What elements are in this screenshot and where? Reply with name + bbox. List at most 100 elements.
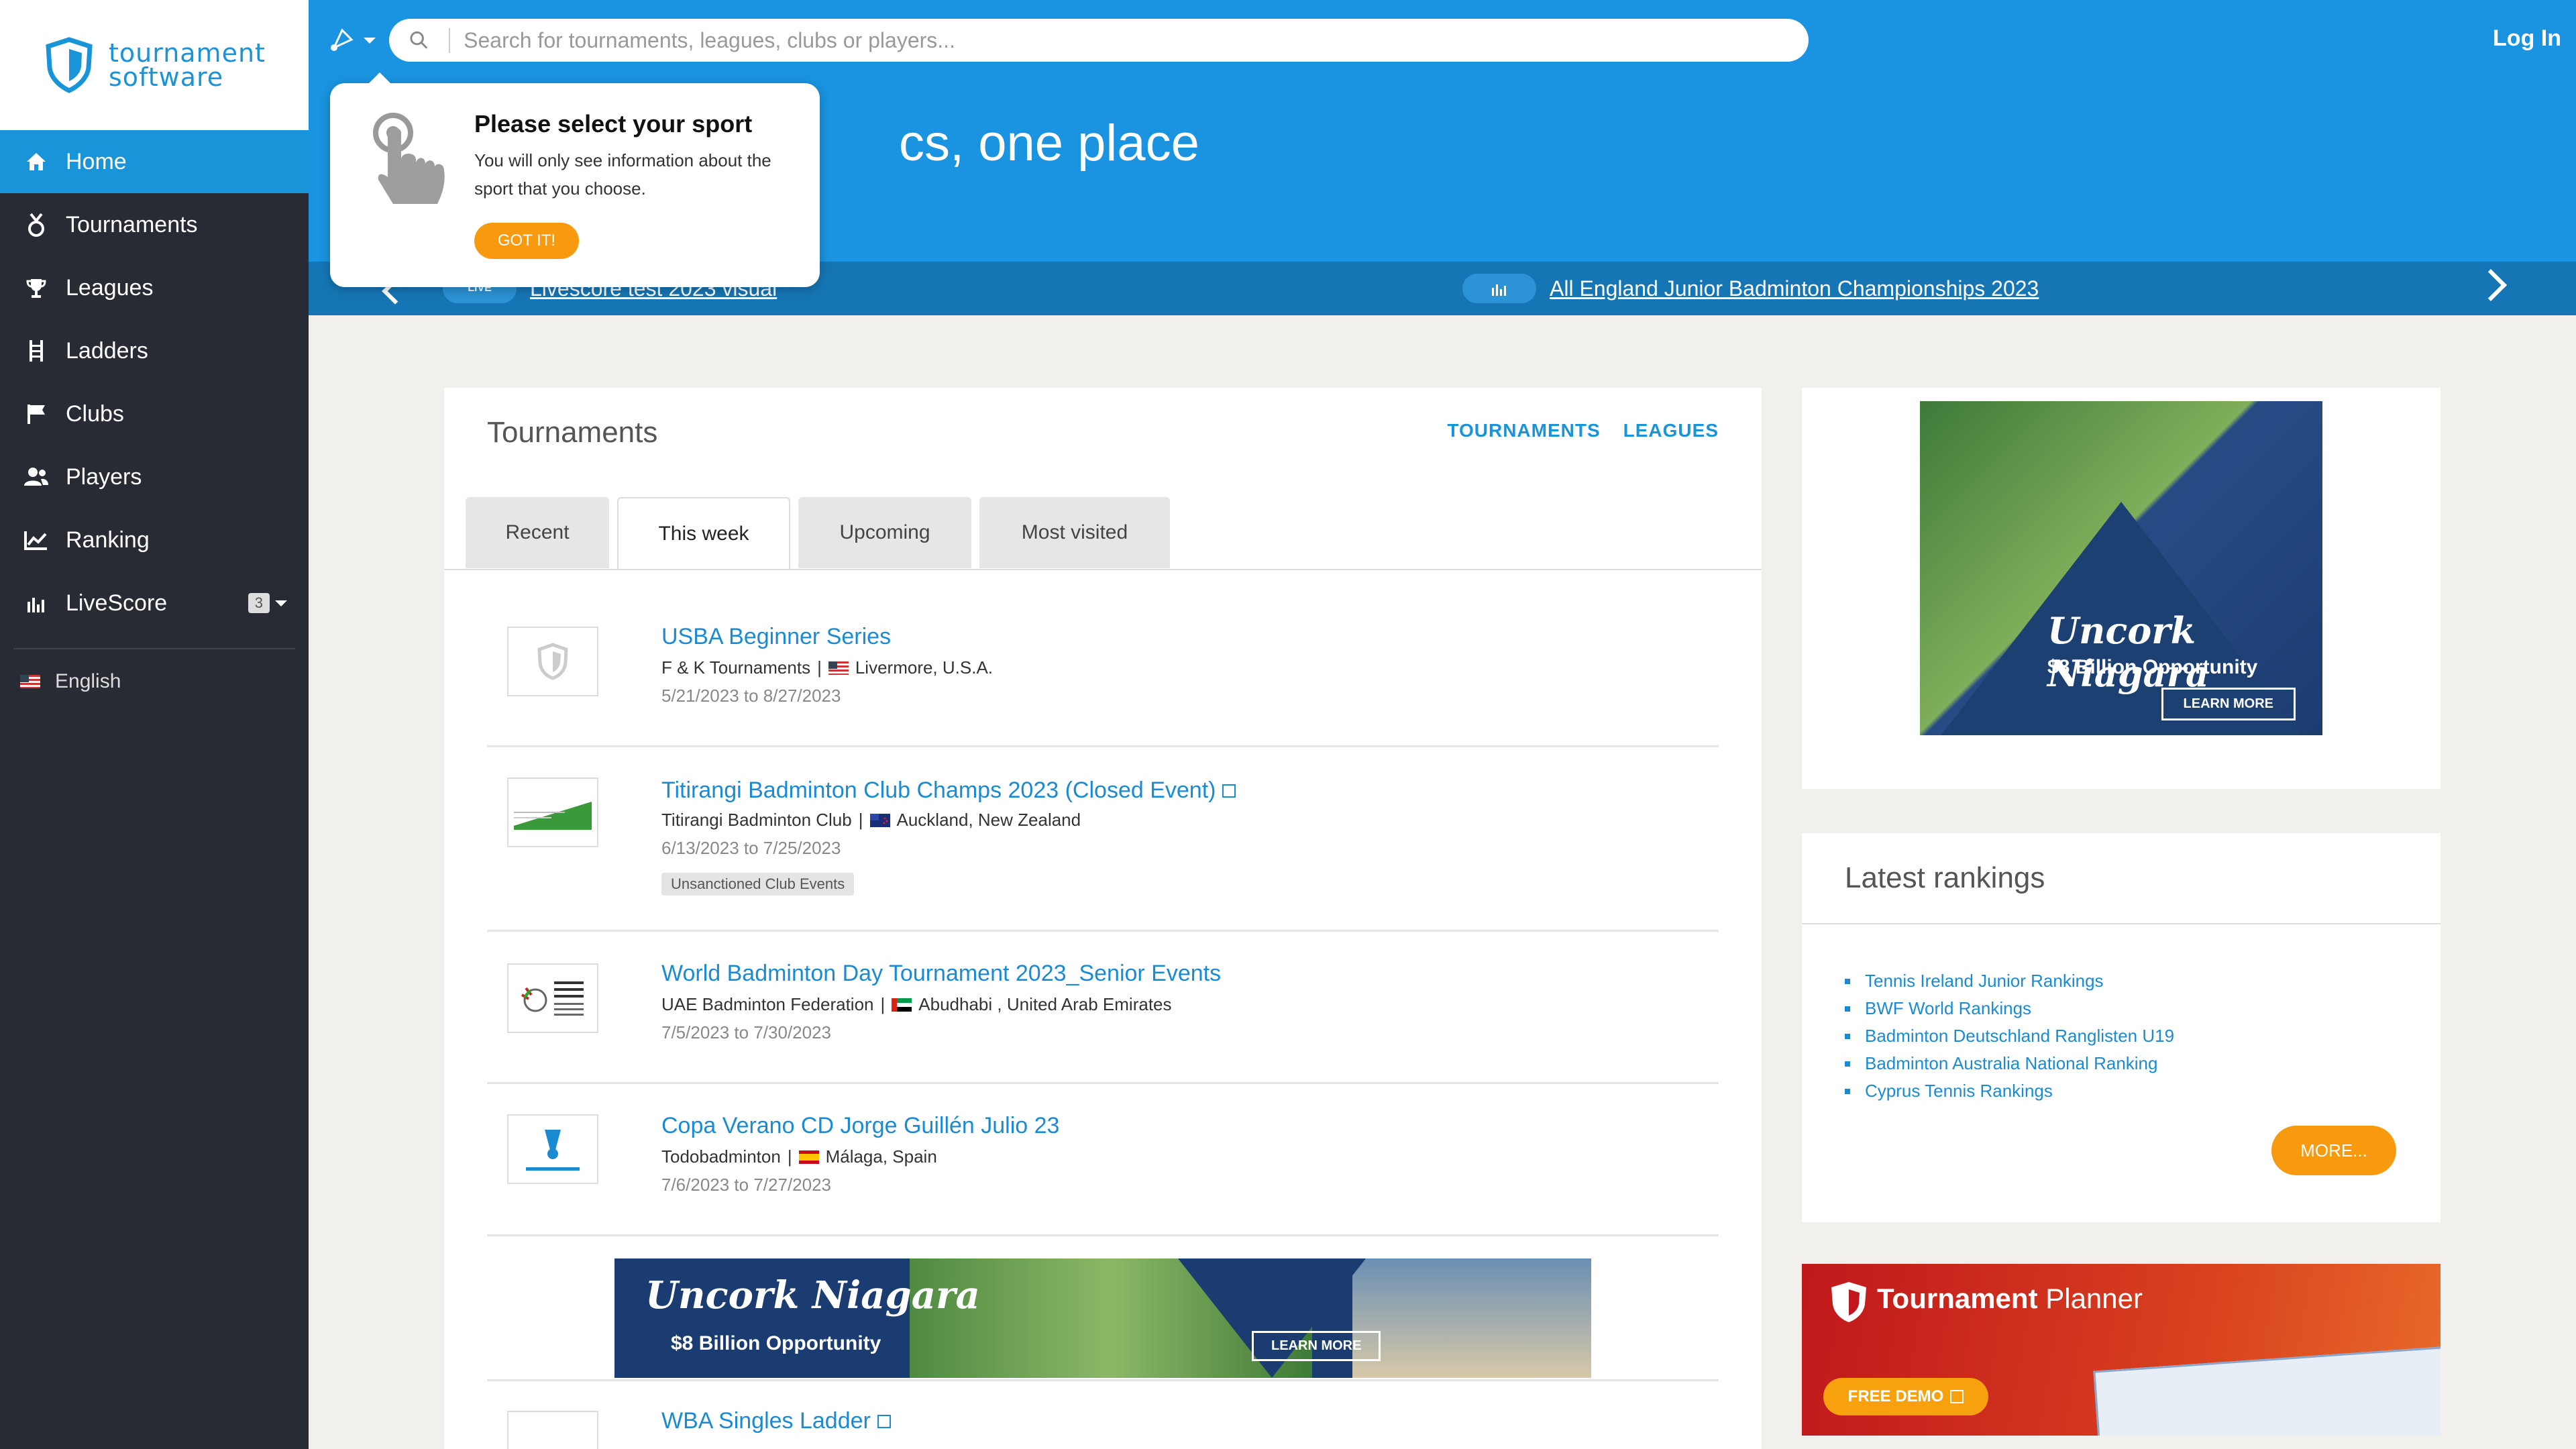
sidebar-item-clubs[interactable]: Clubs <box>0 382 309 445</box>
ad-learn-more[interactable]: LEARN MORE <box>2161 688 2296 720</box>
tab-most-visited[interactable]: Most visited <box>979 497 1170 568</box>
ad-headline: Uncork Niagara <box>2047 609 2210 695</box>
planner-shield-icon <box>1831 1282 1866 1322</box>
club-logo-icon <box>514 802 592 830</box>
sidebar-item-ranking[interactable]: Ranking <box>0 508 309 572</box>
panel-title: Tournaments <box>487 416 658 449</box>
organizer: Todobadminton <box>661 1146 781 1167</box>
tournament-row[interactable]: World Badminton Day Tournament 2023_Seni… <box>487 934 1719 1084</box>
tournament-logo[interactable] <box>507 963 598 1033</box>
tournaments-link[interactable]: TOURNAMENTS <box>1447 420 1600 441</box>
search-bar[interactable] <box>389 19 1809 62</box>
tournament-row[interactable]: Titirangi Badminton Club Champs 2023 (Cl… <box>487 749 1719 932</box>
inline-advertisement[interactable]: Uncork Niagara $8 Billion Opportunity LE… <box>614 1258 1591 1378</box>
panel-links: TOURNAMENTS LEAGUES <box>1447 420 1719 441</box>
live-icon <box>23 590 50 616</box>
tournament-planner-promo[interactable]: Tournament Planner FREE DEMO <box>1802 1264 2440 1436</box>
tournament-dates: 7/6/2023 to 7/27/2023 <box>661 1175 832 1195</box>
sidebar-item-livescore[interactable]: LiveScore 3 <box>0 572 309 635</box>
tournament-logo[interactable] <box>507 777 598 847</box>
more-rankings-button[interactable]: MORE... <box>2271 1126 2396 1175</box>
pointing-hand-icon <box>373 113 445 204</box>
ticker-next-icon[interactable] <box>2474 268 2508 302</box>
location: Abudhabi , United Arab Emirates <box>918 994 1172 1014</box>
tournament-logo[interactable] <box>507 1114 598 1184</box>
sidebar-item-leagues[interactable]: Leagues <box>0 256 309 319</box>
login-link[interactable]: Log In <box>2493 25 2561 52</box>
planner-screenshot <box>2093 1344 2440 1436</box>
separator: | <box>880 994 885 1014</box>
tournament-name[interactable]: USBA Beginner Series <box>661 624 891 650</box>
tournament-name[interactable]: World Badminton Day Tournament 2023_Seni… <box>661 961 1221 987</box>
sidebar-item-label: Leagues <box>66 274 154 301</box>
tournament-row[interactable]: WBA Singles Ladder <box>487 1379 1719 1449</box>
tab-upcoming[interactable]: Upcoming <box>798 497 971 568</box>
planner-title-bold: Tournament <box>1877 1283 2038 1314</box>
shield-logo-icon <box>46 37 93 93</box>
ranking-link[interactable]: Tennis Ireland Junior Rankings <box>1845 967 2174 995</box>
sidebar-advertisement[interactable]: Uncork Niagara $8 Billion Opportunity LE… <box>1920 401 2322 735</box>
home-icon <box>23 148 50 175</box>
tournament-org: F & K Tournaments | Livermore, U.S.A. <box>661 657 993 678</box>
hero-title: cs, one place <box>899 115 1199 172</box>
uae-flag-icon <box>892 998 912 1012</box>
location: Livermore, U.S.A. <box>855 657 994 678</box>
tournament-row[interactable]: USBA Beginner Series F & K Tournaments |… <box>487 597 1719 747</box>
tournament-logo[interactable] <box>507 627 598 696</box>
sidebar: tournament software Home Tournaments Lea… <box>0 0 309 1449</box>
got-it-button[interactable]: GOT IT! <box>474 223 579 259</box>
sport-selector-button[interactable] <box>329 24 382 56</box>
tab-divider <box>444 569 1762 570</box>
planner-title-light: Planner <box>2037 1283 2143 1314</box>
ticker-item[interactable]: All England Junior Badminton Championshi… <box>1462 274 2039 303</box>
chevron-down-icon[interactable] <box>275 600 287 606</box>
language-selector[interactable]: English <box>0 661 309 702</box>
trophy-icon <box>23 274 50 301</box>
logo[interactable]: tournament software <box>0 0 309 130</box>
external-link-icon <box>1950 1390 1964 1403</box>
tournament-row[interactable]: Copa Verano CD Jorge Guillén Julio 23 To… <box>487 1086 1719 1236</box>
chart-icon <box>23 527 50 553</box>
rankings-title: Latest rankings <box>1845 861 2045 894</box>
top-bar: Log In <box>309 0 2576 80</box>
sidebar-item-label: Clubs <box>66 400 124 427</box>
tab-bar: Recent This week Upcoming Most visited <box>466 497 1170 570</box>
leagues-link[interactable]: LEAGUES <box>1623 420 1719 441</box>
sidebar-divider <box>13 648 295 649</box>
ad-subline: $8 Billion Opportunity <box>2047 656 2258 678</box>
tournament-name[interactable]: WBA Singles Ladder <box>661 1408 891 1434</box>
sidebar-item-label: Ranking <box>66 527 150 553</box>
tournament-dates: 6/13/2023 to 7/25/2023 <box>661 838 841 858</box>
ad-learn-more[interactable]: LEARN MORE <box>1252 1331 1381 1361</box>
tournaments-panel: Tournaments TOURNAMENTS LEAGUES Recent T… <box>444 388 1762 1449</box>
sidebar-item-tournaments[interactable]: Tournaments <box>0 193 309 256</box>
sidebar-item-players[interactable]: Players <box>0 445 309 508</box>
tournament-name[interactable]: Titirangi Badminton Club Champs 2023 (Cl… <box>661 777 1236 804</box>
ranking-link[interactable]: Badminton Deutschland Ranglisten U19 <box>1845 1022 2174 1050</box>
tab-recent[interactable]: Recent <box>466 497 609 568</box>
ad-subline: $8 Billion Opportunity <box>671 1332 881 1354</box>
tournament-name-label[interactable]: Titirangi Badminton Club Champs 2023 (Cl… <box>661 777 1216 803</box>
tab-this-week[interactable]: This week <box>617 497 790 570</box>
language-label: English <box>55 670 121 692</box>
tournament-dates: 5/21/2023 to 8/27/2023 <box>661 686 841 706</box>
chevron-down-icon <box>364 37 376 44</box>
ad-sky <box>1352 1258 1591 1378</box>
external-link-icon <box>877 1415 891 1428</box>
category-tag: Unsanctioned Club Events <box>661 873 855 896</box>
ranking-link[interactable]: Badminton Australia National Ranking <box>1845 1050 2174 1077</box>
tournament-logo[interactable] <box>507 1411 598 1449</box>
ranking-link[interactable]: Cyprus Tennis Rankings <box>1845 1077 2174 1105</box>
sidebar-item-home[interactable]: Home <box>0 130 309 193</box>
sidebar-item-label: Home <box>66 148 127 174</box>
ranking-link[interactable]: BWF World Rankings <box>1845 995 2174 1022</box>
rankings-divider <box>1802 923 2440 924</box>
location: Málaga, Spain <box>825 1146 937 1167</box>
tournament-name-label[interactable]: WBA Singles Ladder <box>661 1408 871 1434</box>
sidebar-item-ladders[interactable]: Ladders <box>0 319 309 382</box>
organizer: F & K Tournaments <box>661 657 811 678</box>
search-input[interactable] <box>449 28 1809 53</box>
tournament-name[interactable]: Copa Verano CD Jorge Guillén Julio 23 <box>661 1113 1059 1139</box>
ticker-item-label[interactable]: All England Junior Badminton Championshi… <box>1550 276 2039 301</box>
free-demo-button[interactable]: FREE DEMO <box>1823 1378 1988 1415</box>
